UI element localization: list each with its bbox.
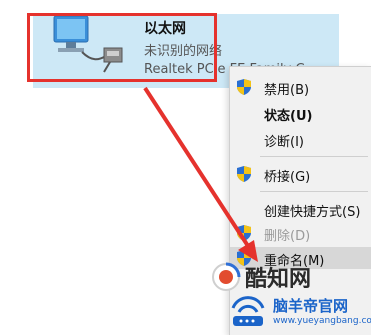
menu-item-label: 状态(U) <box>264 109 313 124</box>
menu-item-delete[interactable]: 删除(D) <box>230 222 371 244</box>
menu-item-diagnose[interactable]: 诊断(I) <box>230 128 371 150</box>
menu-item-disable[interactable]: 禁用(B) <box>230 76 371 98</box>
menu-item-label: 禁用(B) <box>264 83 310 98</box>
shield-icon <box>237 225 251 241</box>
menu-item-status[interactable]: 状态(U) <box>230 102 371 124</box>
menu-item-create-shortcut[interactable]: 创建快捷方式(S) <box>230 198 371 220</box>
menu-item-label: 创建快捷方式(S) <box>264 205 361 220</box>
watermark-url: www.yueyangbang.com <box>273 316 371 326</box>
menu-item-label: 桥接(G) <box>264 170 311 185</box>
watermark-brand: 酷知网 <box>245 267 312 292</box>
kuzhi-logo-icon <box>212 262 241 291</box>
highlight-box <box>27 13 217 82</box>
shield-icon <box>237 79 251 95</box>
menu-separator <box>260 156 368 157</box>
menu-item-label: 删除(D) <box>264 229 311 244</box>
wifi-router-icon <box>231 296 265 326</box>
shield-icon <box>237 166 251 182</box>
watermark-brand: 脑羊帝官网 <box>273 297 349 315</box>
menu-separator <box>260 191 368 192</box>
menu-item-label: 诊断(I) <box>264 135 304 150</box>
watermark-yueyangbang: 脑羊帝官网 www.yueyangbang.com <box>225 292 371 334</box>
menu-item-bridge[interactable]: 桥接(G) <box>230 163 371 185</box>
